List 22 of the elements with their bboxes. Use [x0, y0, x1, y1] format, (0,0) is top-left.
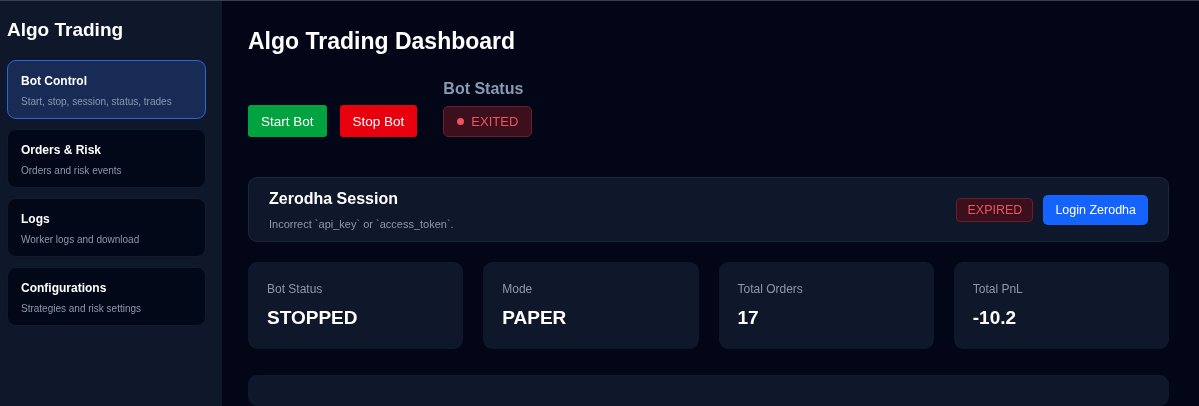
status-badge: EXITED [443, 106, 533, 137]
section-heading: Bot Status [443, 80, 524, 98]
status-dot-icon [457, 118, 465, 125]
stop-button[interactable]: Stop Bot [339, 105, 418, 137]
nav-item[interactable]: Orders & Risk Orders and risk events [7, 129, 206, 188]
status-badge: EXPIRED [956, 197, 1034, 222]
stat-value: 17 [737, 307, 759, 330]
page-title: Algo Trading Dashboard [248, 28, 516, 55]
stat-label: Total Orders [737, 282, 803, 297]
stat-value: STOPPED [267, 307, 358, 330]
stat-label: Total PnL [972, 282, 1023, 297]
nav-item[interactable]: Configurations Strategies and risk settings [7, 267, 206, 326]
stat-value: PAPER [502, 307, 567, 330]
card-title: Zerodha Session [269, 189, 398, 208]
stat-label: Mode [502, 282, 533, 297]
session-message: Incorrect `api_key` or `access_token`. [269, 217, 454, 230]
nav-item[interactable]: Logs Worker logs and download [7, 198, 206, 257]
stat-value: -10.2 [972, 307, 1017, 330]
nav-item[interactable]: Bot Control Start, stop, session, status, trades [7, 60, 206, 119]
app-title: Algo Trading [7, 19, 124, 41]
stat-label: Bot Status [267, 282, 323, 297]
login-button[interactable]: Login Zerodha [1043, 194, 1148, 225]
